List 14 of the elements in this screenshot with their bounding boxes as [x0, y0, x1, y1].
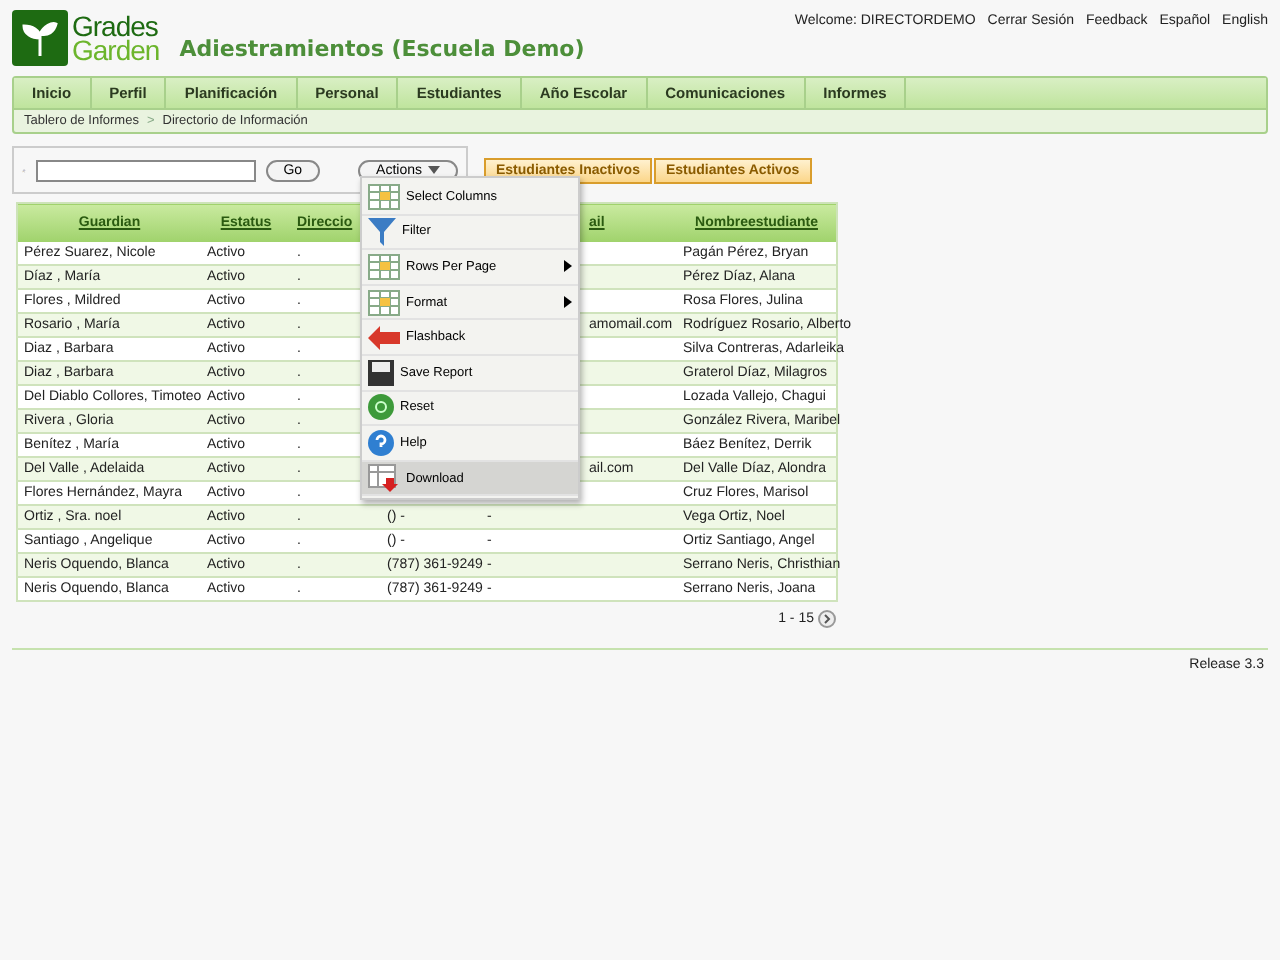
funnel-icon: [368, 217, 396, 246]
grid-icon: [368, 183, 400, 210]
logo-text: Grades: [72, 14, 158, 38]
plant-logo-icon: [12, 10, 68, 66]
search-field[interactable]: [35, 159, 256, 181]
next-page-icon[interactable]: [818, 610, 836, 628]
grid-icon: [368, 289, 400, 316]
logo-text: Garden: [72, 38, 160, 62]
grid-icon: [368, 253, 400, 280]
help-icon: [368, 429, 394, 456]
reset-icon: [368, 394, 394, 421]
download-grid-icon: [368, 464, 400, 493]
left-arrow-icon: [368, 325, 400, 350]
school-title: Adiestramientos (Escuela Demo): [179, 36, 585, 62]
